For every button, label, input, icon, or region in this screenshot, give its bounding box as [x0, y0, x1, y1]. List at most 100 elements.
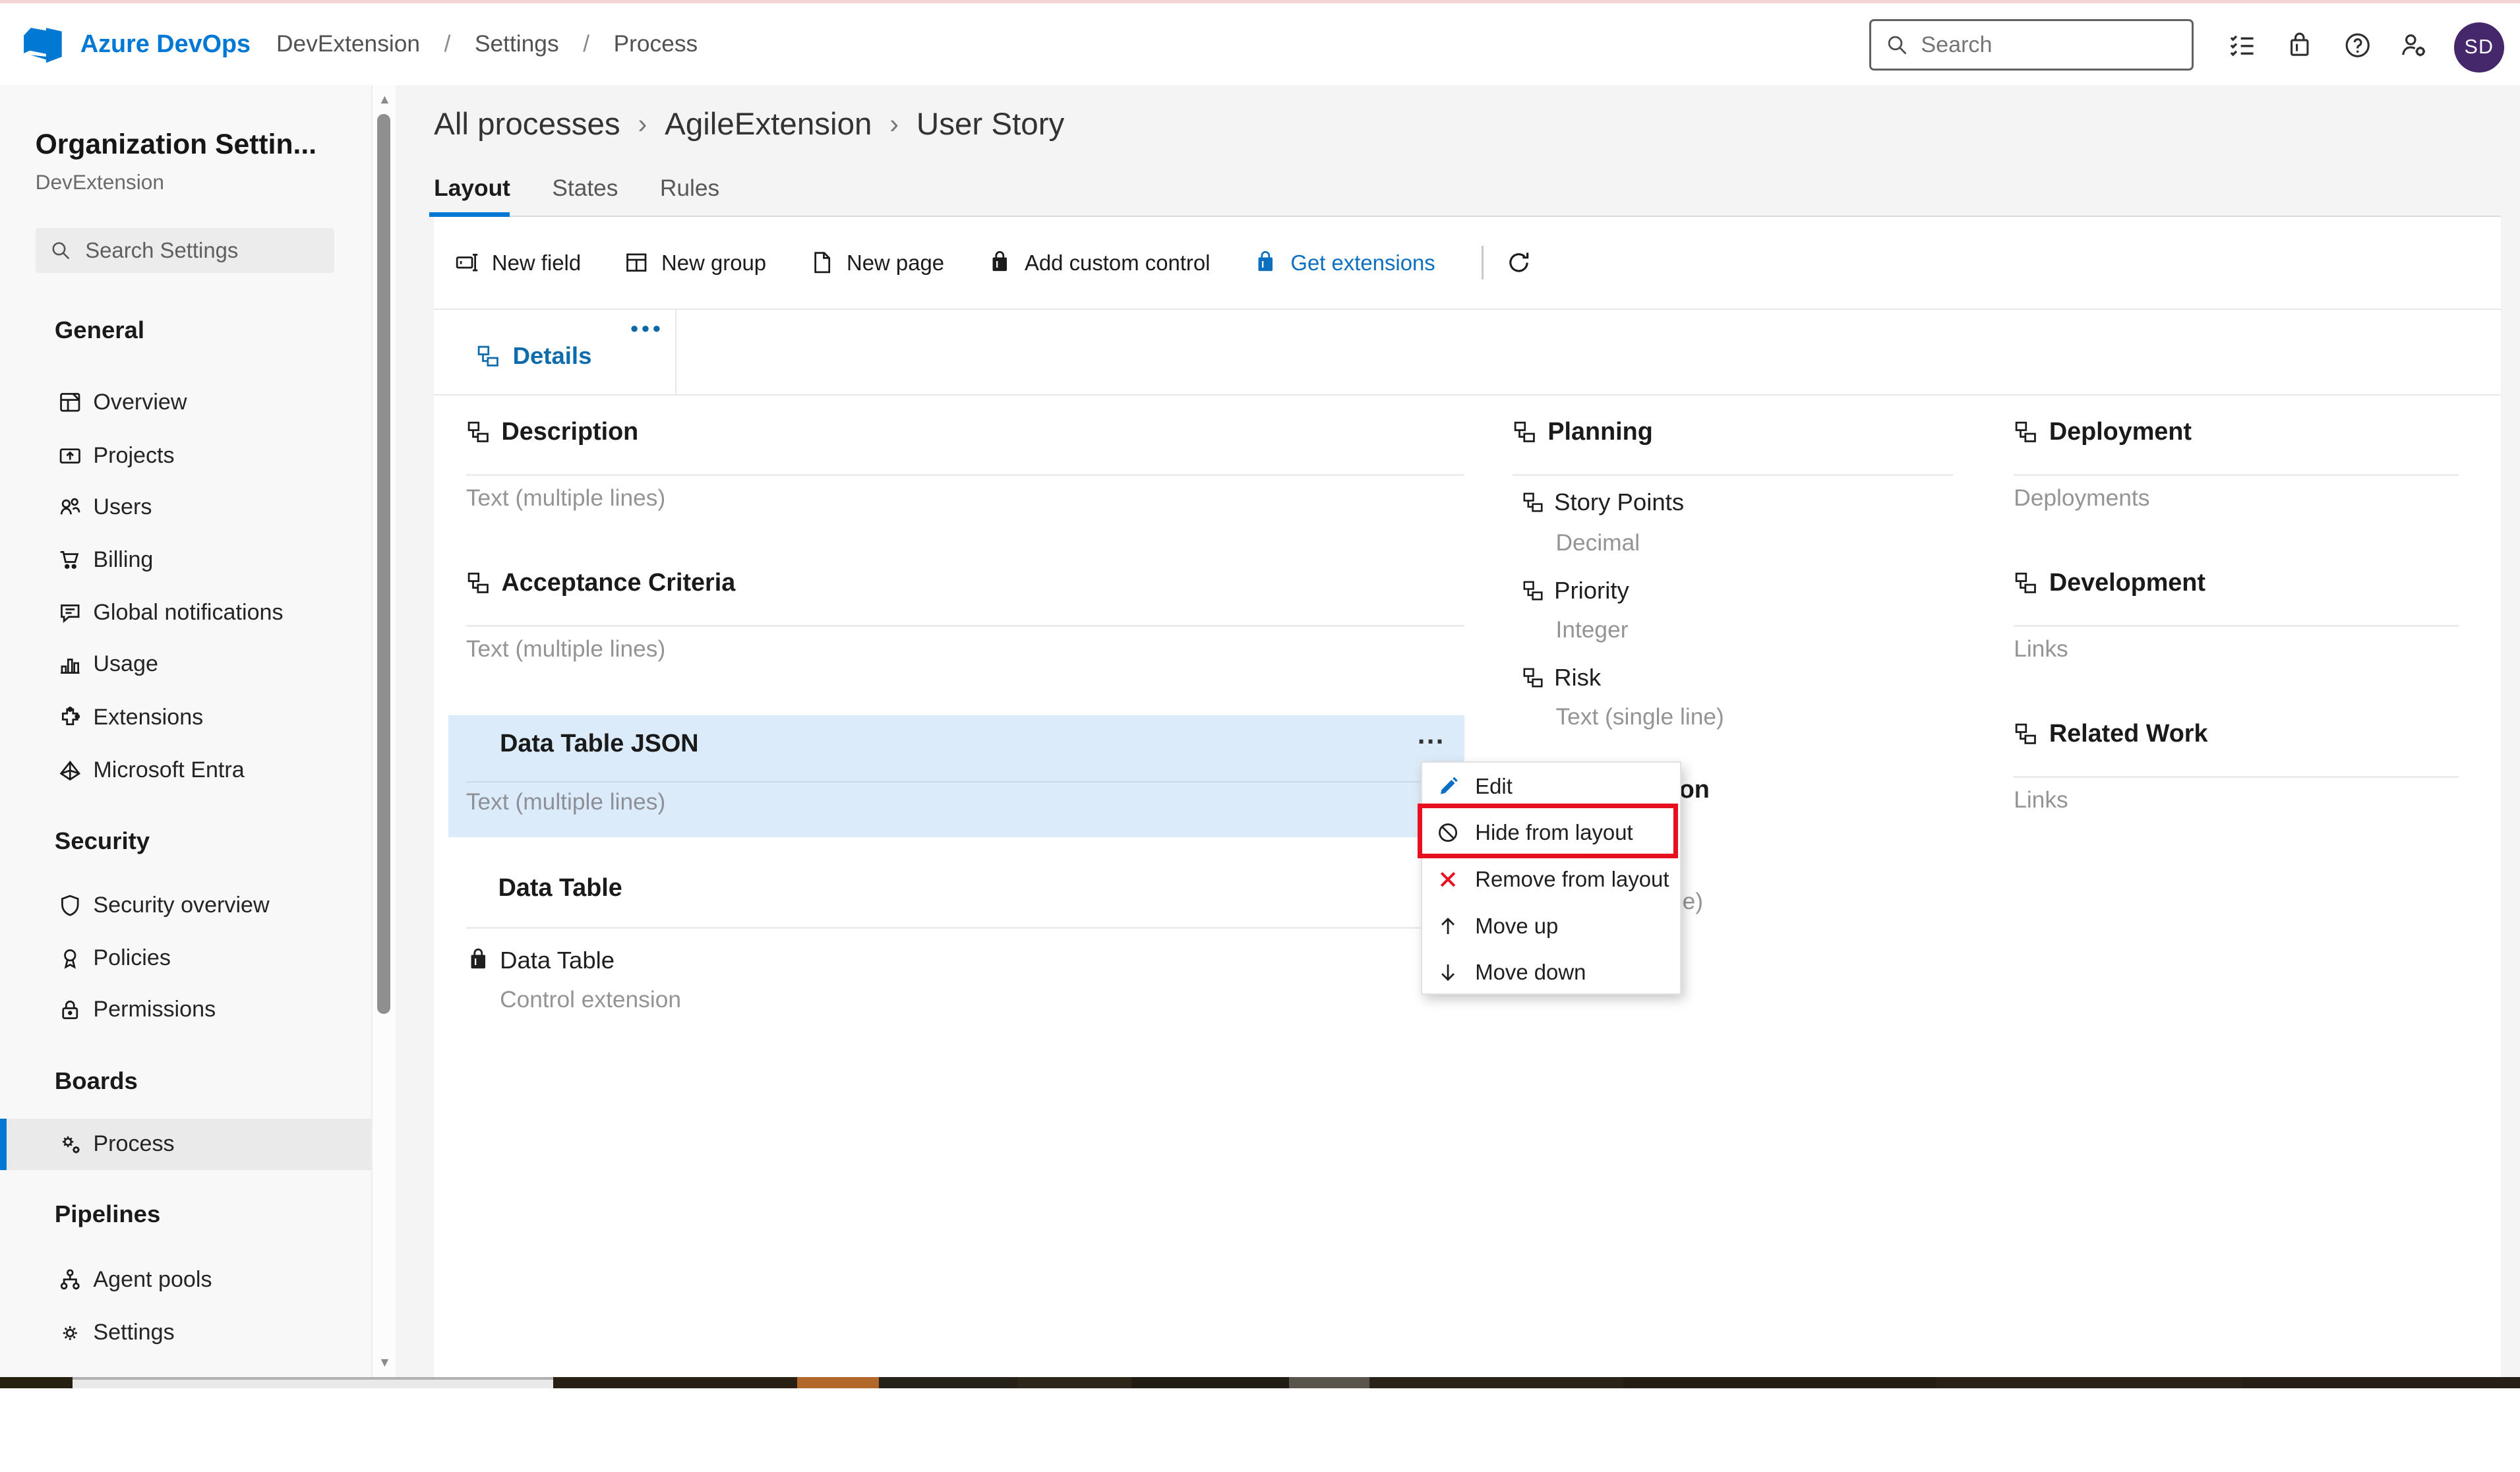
field-story-points[interactable]: Story Points	[1522, 488, 1684, 516]
group-divider	[466, 927, 1464, 928]
strip-segment	[1936, 1377, 2242, 1388]
sidebar-item-microsoft-entra[interactable]: Microsoft Entra	[0, 744, 371, 797]
bag-icon	[988, 250, 1012, 275]
page-tab-row: Details ●●●	[434, 310, 2501, 395]
process-breadcrumb: All processes › AgileExtension › User St…	[434, 106, 1064, 142]
group-divider	[466, 625, 1464, 626]
menu-item-edit[interactable]: Edit	[1422, 763, 1680, 810]
group-divider	[2014, 776, 2459, 777]
scroll-down-icon[interactable]: ▼	[373, 1351, 396, 1374]
strip-segment	[73, 1377, 553, 1388]
sidebar-item-deployment-pools[interactable]: Deployment pools	[0, 1364, 371, 1377]
page-layout-icon	[476, 344, 500, 368]
group-icon	[466, 420, 491, 444]
field-priority[interactable]: Priority	[1522, 577, 1629, 604]
group-acceptance-criteria[interactable]: Acceptance Criteria	[466, 569, 735, 597]
group-description[interactable]: Description	[466, 418, 638, 446]
breadcrumb-agile-extension[interactable]: AgileExtension	[665, 106, 872, 142]
group-deployment[interactable]: Deployment	[2014, 418, 2192, 446]
field-icon	[1522, 666, 1544, 689]
refresh-button[interactable]	[1506, 250, 1532, 276]
sidebar-item-extensions[interactable]: Extensions	[0, 691, 371, 744]
settings-search-box[interactable]	[36, 228, 334, 273]
strip-segment	[553, 1377, 798, 1388]
menu-item-move-up[interactable]: Move up	[1422, 902, 1680, 949]
control-data-table[interactable]: Data Table	[466, 947, 615, 974]
menu-item-move-down[interactable]: Move down	[1422, 949, 1680, 996]
new-field-button[interactable]: New field	[455, 250, 581, 276]
tab-states[interactable]: States	[552, 175, 618, 202]
field-icon	[1522, 579, 1544, 602]
sidebar-item-users[interactable]: Users	[0, 481, 371, 533]
sidebar-scrollbar[interactable]: ▲ ▼	[371, 85, 396, 1377]
sidebar-item-policies[interactable]: Policies	[0, 932, 371, 985]
help-button[interactable]	[2337, 24, 2378, 66]
marketplace-bag-icon	[2286, 32, 2313, 59]
settings-search-input[interactable]	[85, 238, 310, 263]
comment-icon	[58, 601, 82, 626]
field-type-label: Text (multiple lines)	[466, 485, 665, 512]
group-development[interactable]: Development	[2014, 569, 2205, 597]
scrollbar-thumb[interactable]	[377, 114, 390, 1014]
breadcrumb-org[interactable]: DevExtension	[276, 31, 420, 57]
sidebar-item-overview[interactable]: Overview	[0, 376, 371, 428]
task-list-icon	[2229, 32, 2256, 59]
sidebar-item-usage[interactable]: Usage	[0, 638, 371, 691]
new-page-icon	[810, 250, 834, 275]
group-divider	[2014, 625, 2459, 626]
overview-icon	[58, 390, 82, 415]
marketplace-button[interactable]	[2279, 24, 2320, 66]
breadcrumb-separator: /	[444, 31, 451, 57]
refresh-icon	[1506, 250, 1532, 276]
group-planning[interactable]: Planning	[1513, 418, 1653, 446]
group-data-table-json-selected[interactable]: Data Table JSON ... Text (multiple lines…	[448, 715, 1464, 837]
user-settings-icon	[2400, 32, 2427, 59]
page-tab-details[interactable]: Details ●●●	[434, 310, 676, 395]
user-settings-button[interactable]	[2393, 24, 2434, 66]
field-risk[interactable]: Risk	[1522, 664, 1601, 692]
sidebar-item-permissions[interactable]: Permissions	[0, 984, 371, 1036]
breadcrumb-all-processes[interactable]: All processes	[434, 106, 620, 142]
group-divider	[2014, 474, 2459, 475]
projects-icon	[58, 444, 82, 468]
menu-item-remove-from-layout[interactable]: Remove from layout	[1422, 856, 1680, 903]
column-1: Description Text (multiple lines) Accept…	[448, 396, 1464, 1377]
global-search-box[interactable]	[1869, 19, 2194, 71]
section-boards: Boards	[55, 1067, 138, 1095]
sidebar-item-agent-pools[interactable]: Agent pools	[0, 1253, 371, 1306]
new-group-button[interactable]: New group	[624, 250, 766, 276]
breadcrumb-process[interactable]: Process	[614, 31, 698, 57]
gears-icon	[58, 1132, 82, 1156]
search-input[interactable]	[1921, 32, 2162, 58]
tab-rules[interactable]: Rules	[660, 175, 719, 202]
field-type-label: Links	[2014, 787, 2068, 813]
strip-segment	[1289, 1377, 1369, 1388]
sidebar-item-settings[interactable]: Settings	[0, 1307, 371, 1359]
scroll-up-icon[interactable]: ▲	[373, 88, 396, 111]
field-type-label: Control extension	[500, 987, 681, 1013]
avatar[interactable]: SD	[2454, 22, 2504, 73]
strip-segment	[1369, 1377, 1623, 1388]
work-item-tabs: Layout States Rules	[434, 175, 719, 202]
azure-devops-logo-icon[interactable]	[21, 22, 65, 66]
page-tab-label: Details	[513, 342, 592, 370]
group-related-work[interactable]: Related Work	[2014, 720, 2207, 748]
sidebar-item-security-overview[interactable]: Security overview	[0, 879, 371, 931]
get-extensions-button[interactable]: Get extensions	[1253, 250, 1435, 276]
group-divider	[1513, 474, 1953, 475]
sidebar-item-process[interactable]: Process	[0, 1119, 371, 1170]
tab-layout[interactable]: Layout	[434, 175, 510, 202]
sidebar-item-billing[interactable]: Billing	[0, 533, 371, 586]
field-type-label: Decimal	[1556, 530, 1640, 556]
breadcrumb-settings[interactable]: Settings	[475, 31, 559, 57]
sidebar-item-projects[interactable]: Projects	[0, 429, 371, 482]
task-list-button[interactable]	[2221, 24, 2263, 66]
page-tab-menu-button[interactable]: ●●●	[630, 320, 664, 337]
new-page-button[interactable]: New page	[810, 250, 944, 276]
group-data-table[interactable]: Data Table	[498, 874, 622, 902]
layout-panel: New field New group New page Add custom …	[434, 217, 2501, 1377]
brand-link[interactable]: Azure DevOps	[80, 30, 251, 59]
sidebar-item-global-notifications[interactable]: Global notifications	[0, 587, 371, 639]
group-context-menu-button[interactable]: ...	[1418, 719, 1445, 750]
add-custom-control-button[interactable]: Add custom control	[988, 250, 1211, 276]
